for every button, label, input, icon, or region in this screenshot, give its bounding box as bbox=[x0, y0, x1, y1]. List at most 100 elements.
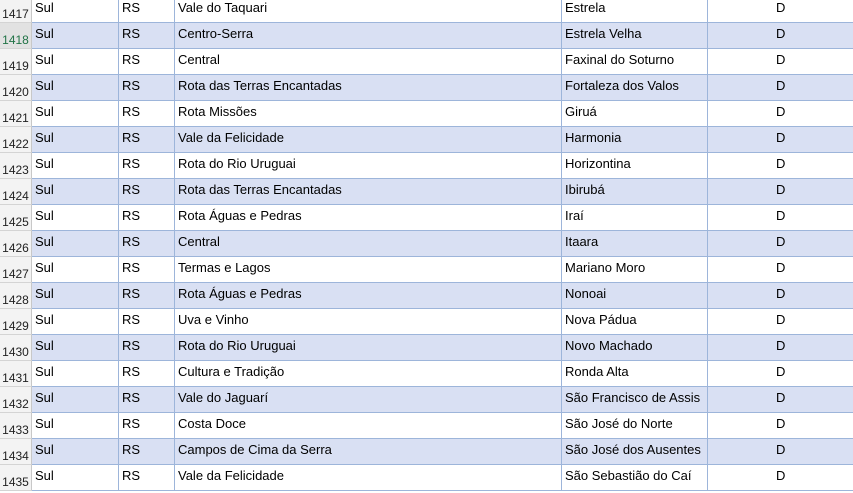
table-row[interactable]: 1434 Sul RS Campos de Cima da Serra São José… bbox=[0, 439, 853, 465]
tourism-route-cell[interactable]: Rota das Terras Encantadas bbox=[175, 179, 562, 204]
category-cell[interactable]: D bbox=[708, 49, 853, 74]
category-cell[interactable]: D bbox=[708, 23, 853, 48]
state-cell[interactable]: RS bbox=[119, 361, 175, 386]
state-cell[interactable]: RS bbox=[119, 439, 175, 464]
row-header[interactable]: 1422 bbox=[0, 127, 32, 153]
category-cell[interactable]: D bbox=[708, 335, 853, 360]
state-cell[interactable]: RS bbox=[119, 179, 175, 204]
row-header[interactable]: 1433 bbox=[0, 413, 32, 439]
category-cell[interactable]: D bbox=[708, 101, 853, 126]
row-header[interactable]: 1424 bbox=[0, 179, 32, 205]
tourism-route-cell[interactable]: Rota do Rio Uruguai bbox=[175, 153, 562, 178]
table-row[interactable]: 1431 Sul RS Cultura e Tradição Ronda Alta D bbox=[0, 361, 853, 387]
city-cell[interactable]: Nova Pádua bbox=[562, 309, 708, 334]
table-row[interactable]: 1427 Sul RS Termas e Lagos Mariano Moro D bbox=[0, 257, 853, 283]
row-header[interactable]: 1435 bbox=[0, 465, 32, 491]
city-cell[interactable]: Horizontina bbox=[562, 153, 708, 178]
state-cell[interactable]: RS bbox=[119, 465, 175, 490]
category-cell[interactable]: D bbox=[708, 387, 853, 412]
state-cell[interactable]: RS bbox=[119, 283, 175, 308]
region-cell[interactable]: Sul bbox=[32, 179, 119, 204]
tourism-route-cell[interactable]: Rota Missões bbox=[175, 101, 562, 126]
region-cell[interactable]: Sul bbox=[32, 49, 119, 74]
category-cell[interactable]: D bbox=[708, 283, 853, 308]
category-cell[interactable]: D bbox=[708, 75, 853, 100]
table-row[interactable]: 1422 Sul RS Vale da Felicidade Harmonia D bbox=[0, 127, 853, 153]
row-header[interactable]: 1427 bbox=[0, 257, 32, 283]
region-cell[interactable]: Sul bbox=[32, 205, 119, 230]
region-cell[interactable]: Sul bbox=[32, 23, 119, 48]
table-row[interactable]: 1435 Sul RS Vale da Felicidade São Sebastião… bbox=[0, 465, 853, 491]
city-cell[interactable]: Nonoai bbox=[562, 283, 708, 308]
region-cell[interactable]: Sul bbox=[32, 335, 119, 360]
tourism-route-cell[interactable]: Campos de Cima da Serra bbox=[175, 439, 562, 464]
row-header[interactable]: 1431 bbox=[0, 361, 32, 387]
state-cell[interactable]: RS bbox=[119, 205, 175, 230]
city-cell[interactable]: Iraí bbox=[562, 205, 708, 230]
tourism-route-cell[interactable]: Central bbox=[175, 231, 562, 256]
city-cell[interactable]: Ibirubá bbox=[562, 179, 708, 204]
category-cell[interactable]: D bbox=[708, 361, 853, 386]
category-cell[interactable]: D bbox=[708, 205, 853, 230]
category-cell[interactable]: D bbox=[708, 179, 853, 204]
spreadsheet-grid[interactable]: 1417 Sul RS Vale do Taquari Estrela D 1418 Sul R… bbox=[0, 0, 853, 493]
row-header[interactable]: 1418 bbox=[0, 23, 32, 49]
state-cell[interactable]: RS bbox=[119, 231, 175, 256]
state-cell[interactable]: RS bbox=[119, 101, 175, 126]
row-header[interactable]: 1420 bbox=[0, 75, 32, 101]
state-cell[interactable]: RS bbox=[119, 23, 175, 48]
table-row[interactable]: 1432 Sul RS Vale do Jaguarí São Francisco de… bbox=[0, 387, 853, 413]
category-cell[interactable]: D bbox=[708, 413, 853, 438]
city-cell[interactable]: Ronda Alta bbox=[562, 361, 708, 386]
city-cell[interactable]: Giruá bbox=[562, 101, 708, 126]
region-cell[interactable]: Sul bbox=[32, 309, 119, 334]
row-header[interactable]: 1417 bbox=[0, 0, 32, 23]
city-cell[interactable]: Faxinal do Soturno bbox=[562, 49, 708, 74]
category-cell[interactable]: D bbox=[708, 465, 853, 490]
state-cell[interactable]: RS bbox=[119, 335, 175, 360]
region-cell[interactable]: Sul bbox=[32, 465, 119, 490]
table-row[interactable]: 1428 Sul RS Rota Águas e Pedras Nonoai D bbox=[0, 283, 853, 309]
table-row[interactable]: 1433 Sul RS Costa Doce São José do Norte D bbox=[0, 413, 853, 439]
region-cell[interactable]: Sul bbox=[32, 101, 119, 126]
table-row[interactable]: 1421 Sul RS Rota Missões Giruá D bbox=[0, 101, 853, 127]
table-row[interactable]: 1418 Sul RS Centro-Serra Estrela Velha D bbox=[0, 23, 853, 49]
table-row[interactable]: 1419 Sul RS Central Faxinal do Soturno D bbox=[0, 49, 853, 75]
region-cell[interactable]: Sul bbox=[32, 387, 119, 412]
state-cell[interactable]: RS bbox=[119, 49, 175, 74]
city-cell[interactable]: Estrela bbox=[562, 0, 708, 22]
table-row[interactable]: 1417 Sul RS Vale do Taquari Estrela D bbox=[0, 0, 853, 23]
region-cell[interactable]: Sul bbox=[32, 413, 119, 438]
city-cell[interactable]: Harmonia bbox=[562, 127, 708, 152]
row-header[interactable]: 1419 bbox=[0, 49, 32, 75]
tourism-route-cell[interactable]: Rota Águas e Pedras bbox=[175, 205, 562, 230]
table-row[interactable]: 1423 Sul RS Rota do Rio Uruguai Horizontina D bbox=[0, 153, 853, 179]
table-row[interactable]: 1424 Sul RS Rota das Terras Encantadas Ibiru… bbox=[0, 179, 853, 205]
category-cell[interactable]: D bbox=[708, 309, 853, 334]
table-row[interactable]: 1425 Sul RS Rota Águas e Pedras Iraí D bbox=[0, 205, 853, 231]
region-cell[interactable]: Sul bbox=[32, 153, 119, 178]
state-cell[interactable]: RS bbox=[119, 0, 175, 22]
tourism-route-cell[interactable]: Uva e Vinho bbox=[175, 309, 562, 334]
category-cell[interactable]: D bbox=[708, 439, 853, 464]
tourism-route-cell[interactable]: Vale da Felicidade bbox=[175, 465, 562, 490]
city-cell[interactable]: São Francisco de Assis bbox=[562, 387, 708, 412]
region-cell[interactable]: Sul bbox=[32, 0, 119, 22]
row-header[interactable]: 1428 bbox=[0, 283, 32, 309]
region-cell[interactable]: Sul bbox=[32, 75, 119, 100]
row-header[interactable]: 1434 bbox=[0, 439, 32, 465]
tourism-route-cell[interactable]: Vale do Taquari bbox=[175, 0, 562, 22]
row-header[interactable]: 1425 bbox=[0, 205, 32, 231]
city-cell[interactable]: Mariano Moro bbox=[562, 257, 708, 282]
row-header[interactable]: 1426 bbox=[0, 231, 32, 257]
tourism-route-cell[interactable]: Rota Águas e Pedras bbox=[175, 283, 562, 308]
tourism-route-cell[interactable]: Central bbox=[175, 49, 562, 74]
region-cell[interactable]: Sul bbox=[32, 231, 119, 256]
state-cell[interactable]: RS bbox=[119, 387, 175, 412]
region-cell[interactable]: Sul bbox=[32, 283, 119, 308]
tourism-route-cell[interactable]: Costa Doce bbox=[175, 413, 562, 438]
city-cell[interactable]: Estrela Velha bbox=[562, 23, 708, 48]
region-cell[interactable]: Sul bbox=[32, 439, 119, 464]
region-cell[interactable]: Sul bbox=[32, 127, 119, 152]
state-cell[interactable]: RS bbox=[119, 309, 175, 334]
